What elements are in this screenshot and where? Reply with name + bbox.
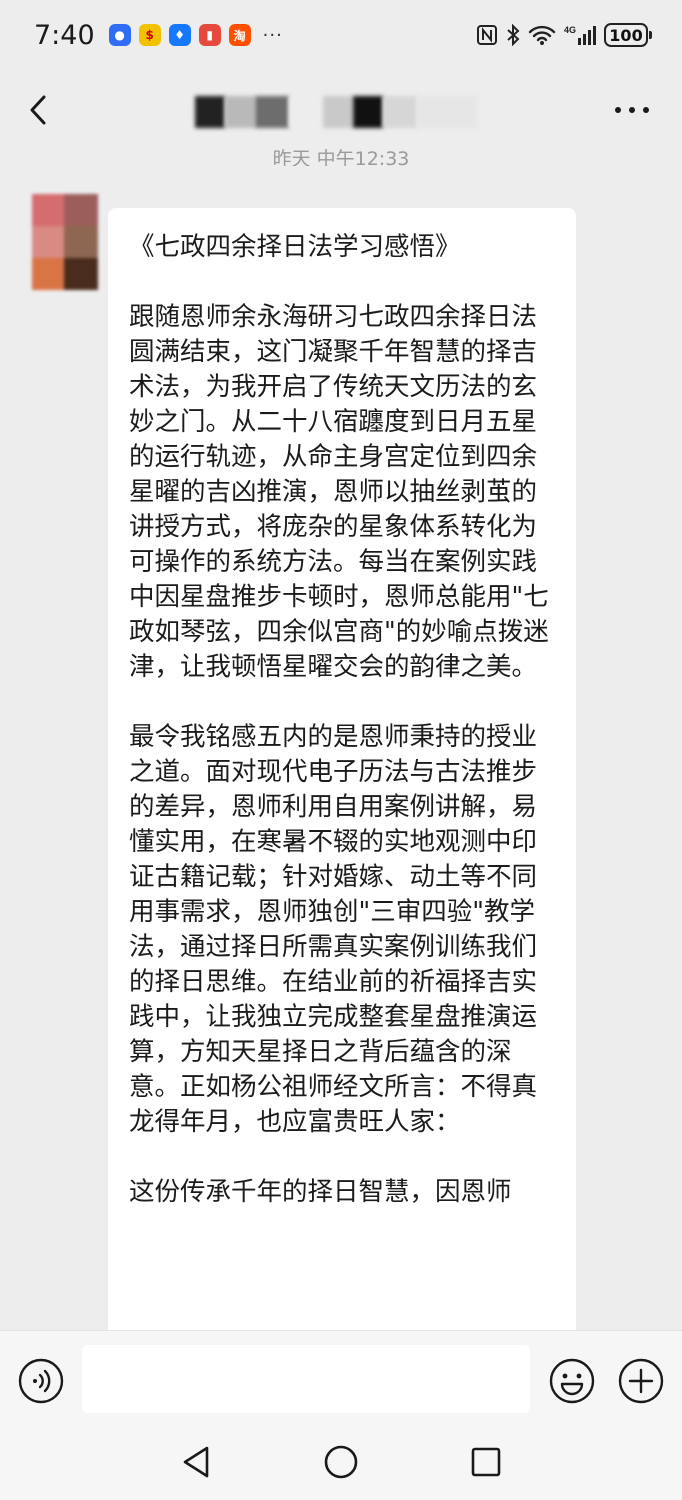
chat-header xyxy=(0,70,682,150)
chevron-left-icon[interactable] xyxy=(22,92,58,128)
plus-icon[interactable] xyxy=(618,1358,664,1404)
input-bar xyxy=(0,1330,682,1426)
message-paragraph: 最令我铭感五内的是恩师秉持的授业之道。面对现代电子历法与古法推步的差异，恩师利用… xyxy=(129,722,538,1137)
wifi-icon xyxy=(528,25,556,45)
battery-level: 100 xyxy=(609,25,643,45)
nfc-icon xyxy=(477,25,497,45)
message-input[interactable] xyxy=(82,1345,530,1413)
chat-title-redacted[interactable] xyxy=(195,96,477,128)
voice-icon[interactable] xyxy=(18,1358,64,1404)
svg-text:4G: 4G xyxy=(564,25,576,35)
app-icon-yellow: $ xyxy=(138,24,161,46)
status-bar: 7:40 ● $ ♦ ▮ 淘 ··· 4G 100 xyxy=(0,0,682,70)
app-icon-blue: ● xyxy=(108,24,131,46)
message-paragraph: 这份传承千年的择日智慧，因恩师 xyxy=(129,1177,512,1207)
app-icon-book: ▮ xyxy=(198,24,221,46)
emoji-icon[interactable] xyxy=(549,1358,595,1404)
message-bubble[interactable]: 《七政四余择日法学习感悟》 跟随恩师余永海研习七政四余择日法圆满结束，这门凝聚千… xyxy=(108,208,576,1338)
message-timestamp: 昨天 中午12:33 xyxy=(272,148,410,166)
message-paragraph: 跟随恩师余永海研习七政四余择日法圆满结束，这门凝聚千年智慧的择吉术法，为我开启了… xyxy=(129,302,549,682)
more-notifications-icon: ··· xyxy=(262,24,283,46)
app-icon-bulb: ♦ xyxy=(168,24,191,46)
nav-home-icon[interactable] xyxy=(323,1444,359,1480)
message-title: 《七政四余择日法学习感悟》 xyxy=(129,232,461,262)
nav-back-icon[interactable] xyxy=(180,1444,212,1480)
nav-recent-icon[interactable] xyxy=(470,1446,502,1478)
avatar[interactable] xyxy=(32,194,98,290)
system-nav-bar xyxy=(0,1426,682,1500)
app-icon-taobao: 淘 xyxy=(228,24,251,46)
status-time: 7:40 xyxy=(34,19,95,51)
bluetooth-icon xyxy=(507,24,520,46)
cell-signal-icon: 4G xyxy=(564,25,596,45)
more-horizontal-icon[interactable] xyxy=(612,98,652,122)
battery-indicator: 100 xyxy=(604,23,652,47)
